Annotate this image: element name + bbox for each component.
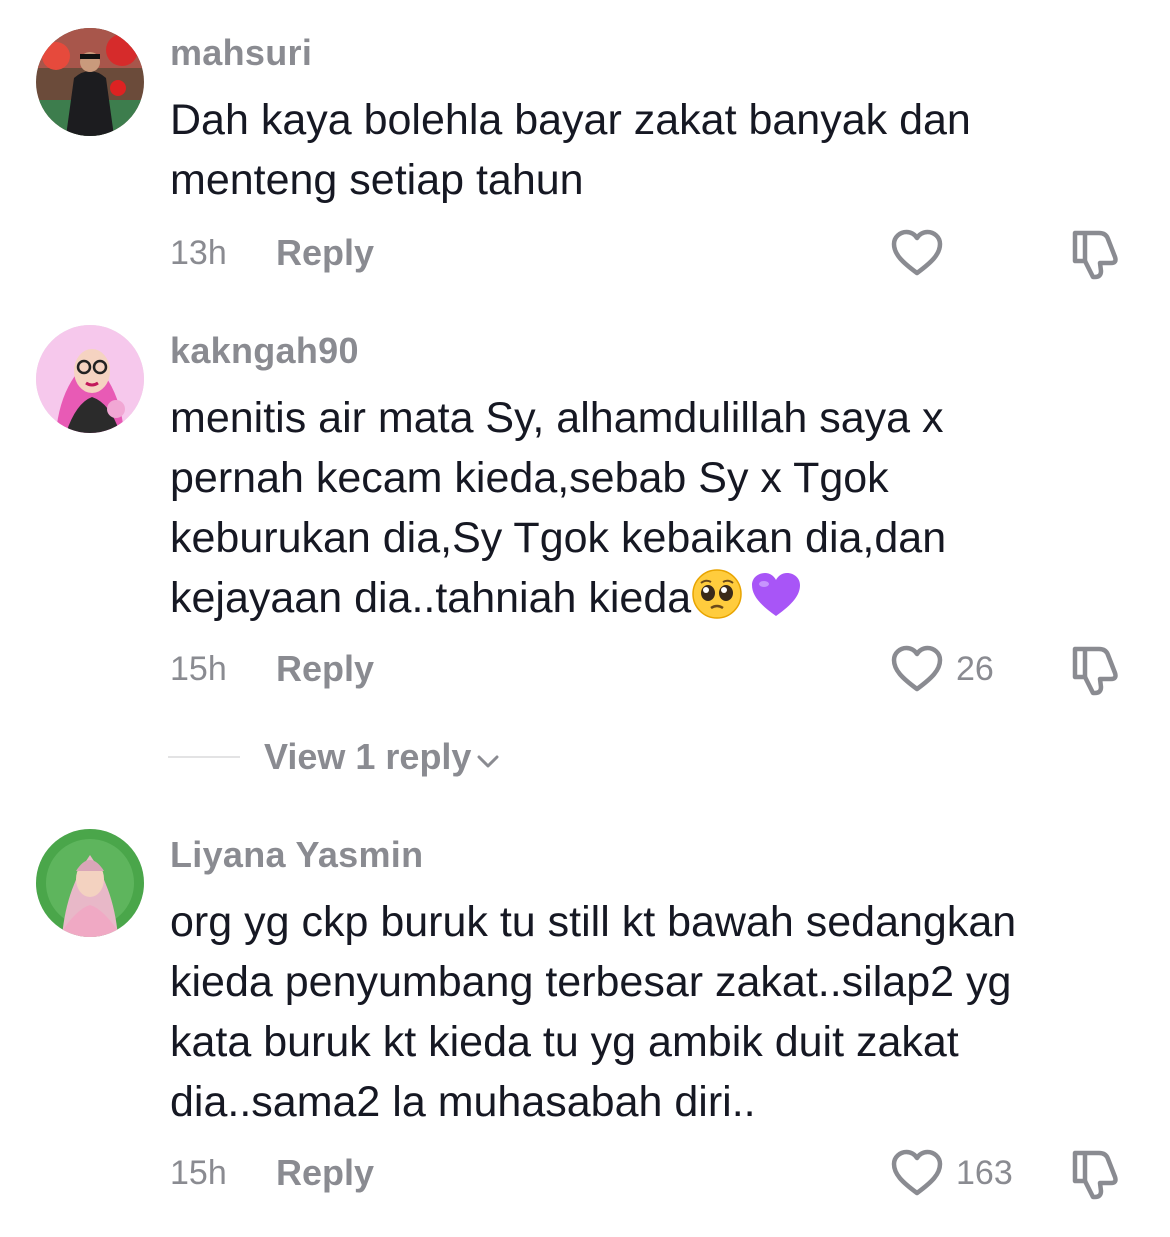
view-replies[interactable]: View 1 reply: [168, 732, 668, 782]
dislike-button[interactable]: [1068, 1144, 1126, 1202]
comment-text-line: keburukan dia,Sy Tgok kebaikan dia,dan: [170, 514, 947, 562]
view-replies-button[interactable]: View 1 reply: [264, 732, 501, 784]
username[interactable]: Liyana Yasmin: [170, 834, 423, 876]
thumbs-down-icon: [1072, 1150, 1118, 1200]
comment-text: org yg ckp buruk tu still kt bawah sedan…: [170, 892, 1130, 1132]
username[interactable]: kakngah90: [170, 330, 359, 372]
like-button[interactable]: 26: [890, 642, 994, 696]
comment-text-line: org yg ckp buruk tu still kt bawah sedan…: [170, 898, 1017, 946]
like-button[interactable]: [890, 226, 956, 280]
heart-outline-icon: [891, 645, 943, 692]
view-replies-label: View 1 reply: [264, 736, 472, 777]
heart-outline-icon: [891, 1149, 943, 1196]
avatar[interactable]: [36, 829, 144, 937]
purple-heart-emoji: [749, 570, 803, 636]
comment-text-line: pernah kecam kieda,sebab Sy x Tgok: [170, 454, 889, 502]
like-count: 163: [956, 1153, 1013, 1192]
comment-text-line: kieda penyumbang terbesar zakat..silap2 …: [170, 958, 1012, 1006]
like-button[interactable]: 163: [890, 1146, 1013, 1200]
comment-time: 13h: [170, 234, 227, 272]
avatar[interactable]: [36, 28, 144, 136]
comment-text-line: dia..sama2 la muhasabah diri..: [170, 1078, 756, 1126]
comment-text: Dah kaya bolehla bayar zakat banyak dan …: [170, 90, 1130, 210]
dislike-button[interactable]: [1068, 224, 1126, 282]
like-count: 26: [956, 649, 994, 688]
comment-actions: 13h Reply: [170, 226, 1130, 280]
username[interactable]: mahsuri: [170, 32, 312, 74]
comment-text-line-with-emoji: kejayaan dia..tahniah kieda: [170, 568, 1130, 636]
reply-button[interactable]: Reply: [276, 644, 374, 694]
comment-text-line: menteng setiap tahun: [170, 156, 584, 204]
comment-text-line: menitis air mata Sy, alhamdulillah saya …: [170, 394, 944, 442]
comments-feed: mahsuri Dah kaya bolehla bayar zakat ban…: [0, 0, 1170, 1237]
avatar-image: [36, 325, 144, 433]
thumbs-down-icon: [1072, 230, 1118, 280]
avatar-image: [36, 829, 144, 937]
comment-actions: 15h Reply 26: [170, 642, 1130, 696]
comment-text-line: kejayaan dia..tahniah kieda: [170, 574, 692, 622]
comment-text: menitis air mata Sy, alhamdulillah saya …: [170, 388, 1130, 636]
comment-text-line: kata buruk kt kieda tu yg ambik duit zak…: [170, 1018, 959, 1066]
comment-time: 15h: [170, 1154, 227, 1192]
reply-button[interactable]: Reply: [276, 1148, 374, 1198]
reply-button[interactable]: Reply: [276, 228, 374, 278]
chevron-down-icon: [475, 734, 501, 784]
heart-outline-icon: [891, 229, 943, 276]
comment-text-line: Dah kaya bolehla bayar zakat banyak dan: [170, 96, 971, 144]
avatar-image: [36, 28, 144, 136]
comment-time: 15h: [170, 650, 227, 688]
divider: [168, 756, 240, 758]
pleading-face-emoji: [691, 568, 743, 636]
comment-actions: 15h Reply 163: [170, 1146, 1130, 1200]
avatar[interactable]: [36, 325, 144, 433]
dislike-button[interactable]: [1068, 640, 1126, 698]
thumbs-down-icon: [1072, 646, 1118, 696]
